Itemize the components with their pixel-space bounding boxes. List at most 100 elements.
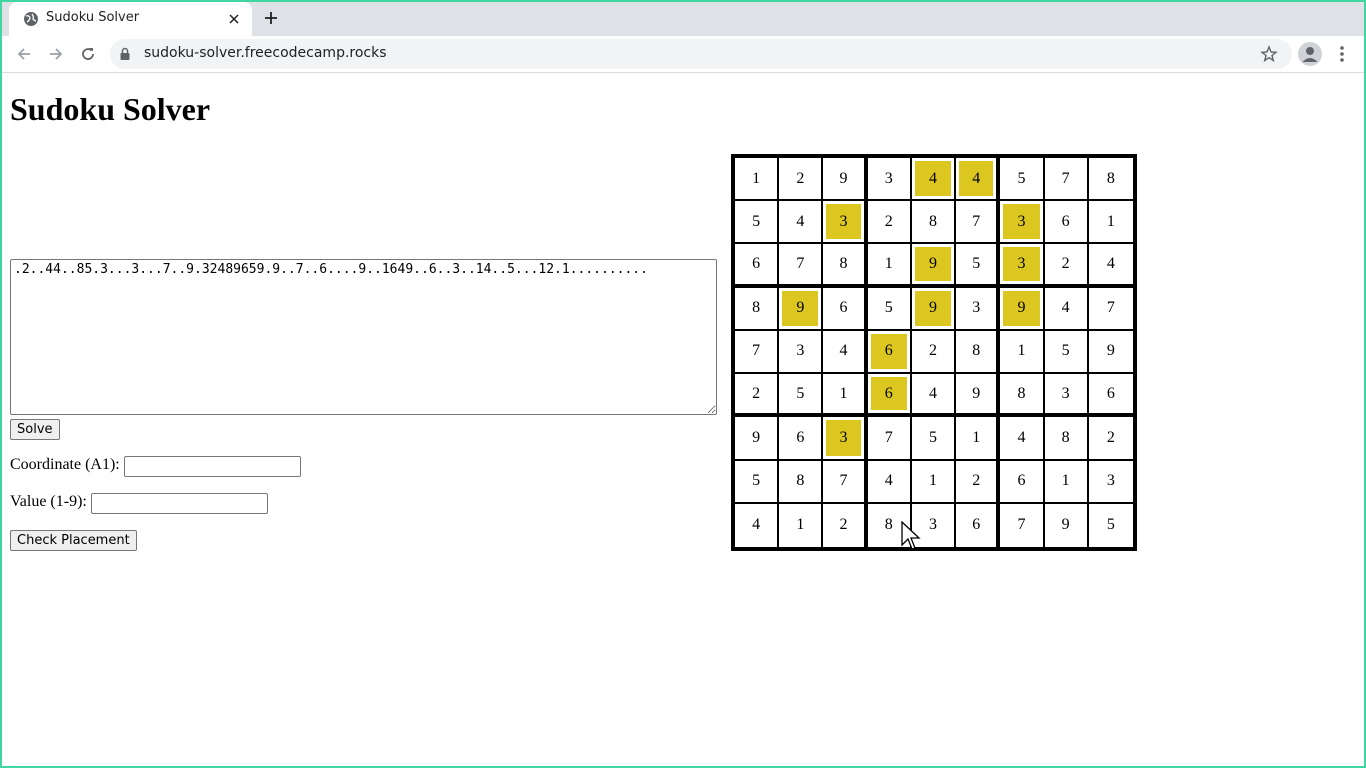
sudoku-cell: 1 [867, 244, 912, 288]
sudoku-cell-value: 4 [839, 342, 848, 360]
browser-tab[interactable]: Sudoku Solver [9, 2, 252, 36]
sudoku-cell-value: 1 [1106, 212, 1115, 230]
sudoku-cell-value: 5 [1061, 342, 1070, 360]
sudoku-cell: 8 [911, 201, 957, 245]
sudoku-cell-value: 6 [752, 255, 761, 273]
sudoku-cell-value: 5 [752, 472, 761, 490]
close-tab-icon[interactable] [224, 9, 244, 29]
sudoku-cell-value: 7 [1017, 516, 1026, 534]
sudoku-cell: 5 [956, 244, 1001, 288]
conflict-highlight: 3 [1003, 247, 1040, 281]
sudoku-cell: 4 [1000, 417, 1045, 461]
sudoku-cell: 6 [1088, 374, 1133, 418]
sudoku-cell: 3 [867, 158, 912, 202]
sudoku-cell: 2 [735, 374, 780, 418]
sudoku-cell-value: 6 [796, 428, 805, 446]
sudoku-cell: 4 [1044, 287, 1089, 331]
conflict-highlight: 9 [914, 290, 952, 326]
sudoku-cell: 3 [1000, 201, 1045, 245]
sudoku-cell: 6 [956, 503, 1001, 547]
conflict-highlight: 9 [782, 290, 819, 326]
sudoku-cell-value: 7 [972, 212, 981, 230]
conflict-highlight: 3 [826, 420, 861, 456]
puzzle-text-input[interactable] [10, 259, 717, 415]
sudoku-cell-value: 2 [972, 472, 981, 490]
sudoku-cell-value: 9 [972, 384, 981, 402]
sudoku-cell: 6 [823, 287, 868, 331]
sudoku-cell: 3 [1088, 460, 1133, 504]
sudoku-cell: 2 [911, 330, 957, 375]
sudoku-cell-value: 4 [1017, 428, 1026, 446]
conflict-highlight: 3 [1003, 204, 1040, 240]
sudoku-cell: 9 [1088, 330, 1133, 375]
sudoku-cell-value: 1 [796, 516, 805, 534]
sudoku-cell-value: 7 [1106, 299, 1115, 317]
sudoku-cell: 7 [1044, 158, 1089, 202]
forward-arrow-icon[interactable] [44, 42, 68, 66]
conflict-highlight: 9 [1003, 290, 1040, 326]
tab-title: Sudoku Solver [46, 10, 140, 25]
sudoku-cell: 7 [956, 201, 1001, 245]
sudoku-cell: 1 [779, 503, 824, 547]
coordinate-label: Coordinate (A1): [10, 456, 120, 473]
sudoku-cell-value: 1 [972, 428, 981, 446]
sudoku-cell-value: 4 [1061, 299, 1070, 317]
sudoku-cell-value: 5 [1017, 169, 1026, 187]
sudoku-cell-value: 4 [928, 384, 937, 402]
sudoku-cell-value: 3 [1061, 384, 1070, 402]
sudoku-cell: 2 [823, 503, 868, 547]
sudoku-cell: 4 [956, 158, 1001, 202]
sudoku-cell-value: 5 [972, 255, 981, 273]
sudoku-cell-value: 9 [1017, 299, 1026, 317]
sudoku-cell: 9 [911, 244, 957, 288]
sudoku-cell-value: 3 [972, 299, 981, 317]
sudoku-cell: 7 [823, 460, 868, 504]
sudoku-cell: 8 [1044, 417, 1089, 461]
sudoku-cell-value: 6 [839, 299, 848, 317]
bookmark-star-icon[interactable] [1260, 45, 1278, 63]
back-arrow-icon[interactable] [12, 42, 36, 66]
sudoku-cell-value: 5 [884, 299, 893, 317]
sudoku-cell: 6 [867, 374, 912, 418]
sudoku-cell-value: 1 [928, 472, 937, 490]
sudoku-cell-value: 6 [1061, 212, 1070, 230]
profile-avatar-icon[interactable] [1298, 42, 1322, 66]
sudoku-cell: 8 [1088, 158, 1133, 202]
sudoku-cell: 6 [1000, 460, 1045, 504]
check-placement-button[interactable]: Check Placement [10, 530, 137, 551]
sudoku-cell-value: 4 [884, 472, 893, 490]
sudoku-cell-value: 9 [928, 255, 937, 273]
sudoku-cell-value: 9 [839, 169, 848, 187]
sudoku-grid: 1 2 9 3 4 4 5 7 8 5 4 3 2 8 7 3 6 1 6 7 8 1 9 5 3 2 4 8 9 6 5 9 3 9 4 7 7 3 4 6… [731, 154, 1137, 551]
sudoku-cell: 4 [735, 503, 780, 547]
sudoku-cell-value: 8 [884, 516, 893, 534]
new-tab-icon[interactable] [260, 7, 282, 29]
solve-button[interactable]: Solve [10, 419, 60, 440]
sudoku-cell-value: 2 [928, 342, 937, 360]
sudoku-cell-value: 4 [1106, 255, 1115, 273]
sudoku-cell-value: 6 [884, 384, 893, 402]
sudoku-cell-value: 3 [1106, 472, 1115, 490]
sudoku-cell-value: 2 [1061, 255, 1070, 273]
sudoku-cell: 9 [823, 158, 868, 202]
sudoku-cell: 5 [867, 287, 912, 331]
sudoku-cell: 9 [1044, 503, 1089, 547]
conflict-highlight: 9 [914, 247, 952, 281]
kebab-menu-icon[interactable] [1332, 42, 1352, 66]
address-bar[interactable]: sudoku-solver.freecodecamp.rocks [110, 39, 1292, 69]
sudoku-cell-value: 3 [884, 169, 893, 187]
sudoku-cell-value: 5 [796, 384, 805, 402]
conflict-highlight: 3 [826, 204, 861, 240]
sudoku-cell-value: 4 [928, 169, 937, 187]
conflict-highlight: 6 [870, 377, 907, 411]
sudoku-cell: 7 [735, 330, 780, 375]
sudoku-cell: 3 [1000, 244, 1045, 288]
coordinate-input[interactable] [124, 456, 301, 477]
reload-icon[interactable] [76, 42, 100, 66]
sudoku-cell: 5 [1000, 158, 1045, 202]
value-input[interactable] [91, 493, 268, 514]
sudoku-cell: 5 [1088, 503, 1133, 547]
sudoku-cell: 1 [823, 374, 868, 418]
sudoku-cell: 5 [911, 417, 957, 461]
sudoku-cell: 6 [867, 330, 912, 375]
